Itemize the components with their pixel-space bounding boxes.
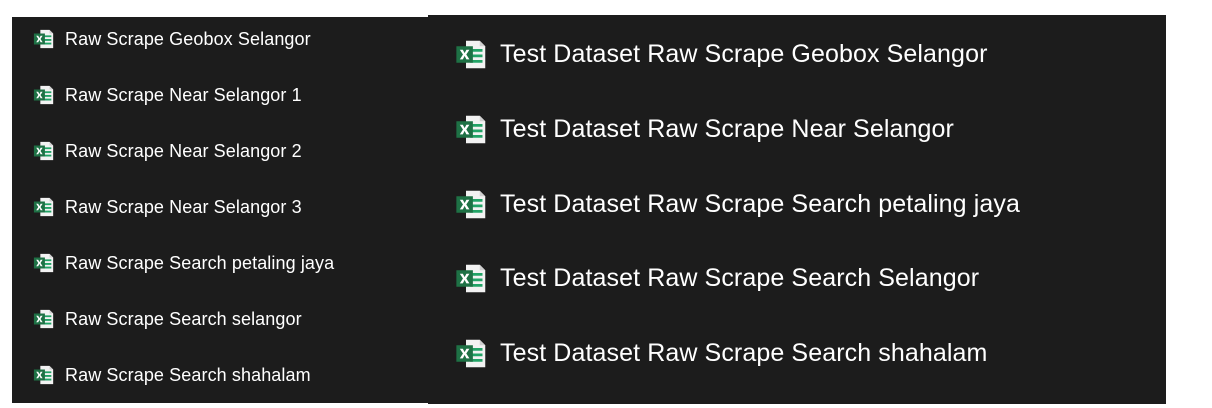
file-item[interactable]: Test Dataset Raw Scrape Geobox Selangor [428,34,988,74]
excel-file-icon [456,339,486,367]
file-name: Raw Scrape Near Selangor 2 [65,140,302,161]
excel-file-icon [33,253,54,273]
file-name: Test Dataset Raw Scrape Search Selangor [500,263,980,292]
excel-file-icon [33,141,54,161]
excel-file-icon [456,190,486,218]
file-list-right: Test Dataset Raw Scrape Geobox Selangor … [428,15,1166,404]
excel-file-icon [33,309,54,329]
excel-file-icon [456,40,486,68]
file-name: Raw Scrape Search shahalam [65,364,311,385]
file-item[interactable]: Test Dataset Raw Scrape Search shahalam [428,333,987,373]
file-name: Raw Scrape Near Selangor 1 [65,84,302,105]
file-list-panel-left: Raw Scrape Geobox Selangor Raw Scrape Ne… [12,17,428,403]
excel-file-icon [456,115,486,143]
excel-file-icon [33,29,54,49]
file-item[interactable]: Test Dataset Raw Scrape Search Selangor [428,258,979,298]
file-item[interactable]: Test Dataset Raw Scrape Search petaling … [428,184,1020,224]
file-item[interactable]: Raw Scrape Search shahalam [12,361,311,389]
file-name: Test Dataset Raw Scrape Search petaling … [500,189,1020,218]
file-list-left: Raw Scrape Geobox Selangor Raw Scrape Ne… [12,17,428,403]
file-name: Test Dataset Raw Scrape Search shahalam [500,338,988,367]
excel-file-icon [33,197,54,217]
file-item[interactable]: Raw Scrape Near Selangor 1 [12,81,302,109]
excel-file-icon [33,85,54,105]
file-list-panel-right: Test Dataset Raw Scrape Geobox Selangor … [428,15,1166,404]
file-name: Raw Scrape Search selangor [65,308,302,329]
file-item[interactable]: Raw Scrape Search selangor [12,305,302,333]
file-name: Test Dataset Raw Scrape Geobox Selangor [500,39,988,68]
file-item[interactable]: Test Dataset Raw Scrape Near Selangor [428,109,954,149]
excel-file-icon [456,264,486,292]
file-item[interactable]: Raw Scrape Near Selangor 3 [12,193,302,221]
file-name: Raw Scrape Search petaling jaya [65,252,335,273]
file-item[interactable]: Raw Scrape Near Selangor 2 [12,137,302,165]
file-item[interactable]: Raw Scrape Search petaling jaya [12,249,334,277]
file-name: Test Dataset Raw Scrape Near Selangor [500,114,954,143]
excel-file-icon [33,365,54,385]
file-name: Raw Scrape Near Selangor 3 [65,196,302,217]
file-item[interactable]: Raw Scrape Geobox Selangor [12,25,311,53]
screenshot-stage: Raw Scrape Geobox Selangor Raw Scrape Ne… [0,0,1212,408]
file-name: Raw Scrape Geobox Selangor [65,28,311,49]
